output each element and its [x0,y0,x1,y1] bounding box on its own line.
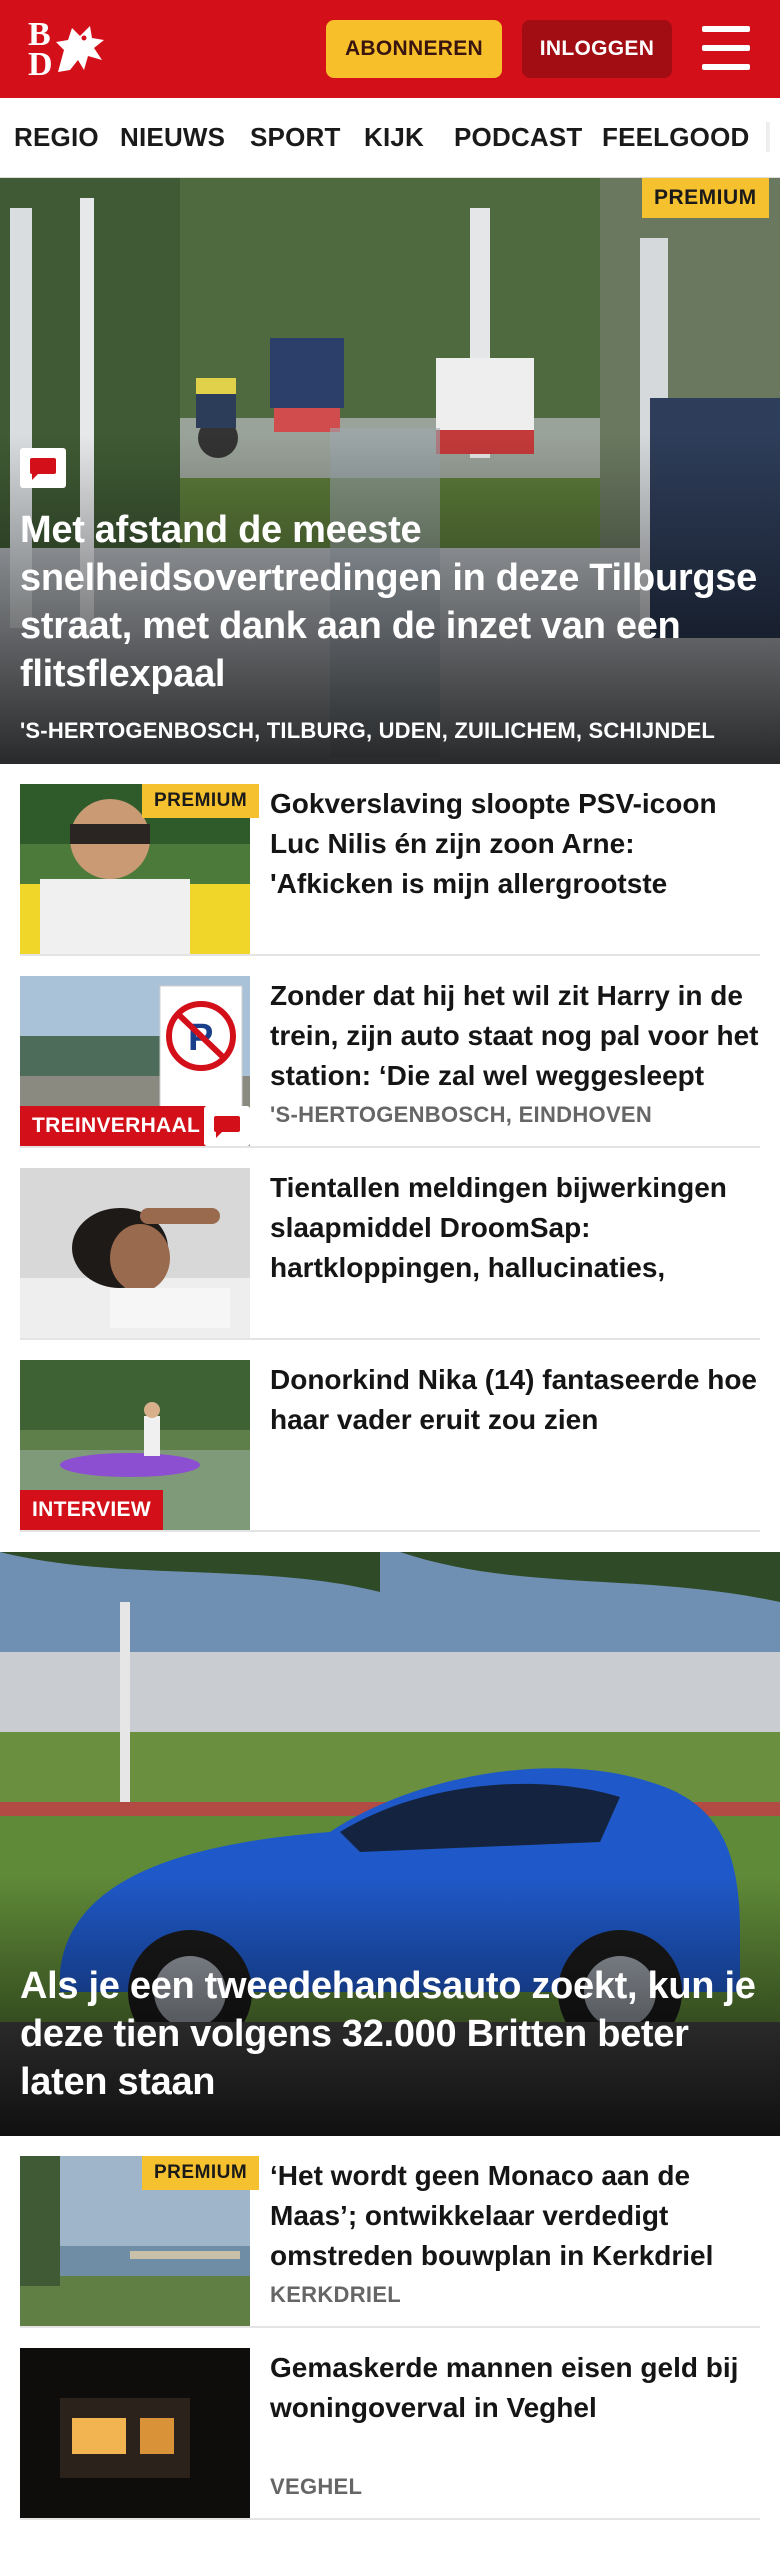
nav-item-feelgood[interactable]: FEELGOOD [602,122,750,153]
top-bar: B D ABONNEREN INLOGGEN [0,0,780,98]
hero-title[interactable]: Met afstand de meeste snelheidsovertredi… [20,506,765,698]
nav-item-nieuws[interactable]: NIEUWS [120,122,225,153]
section-nav: REGIO NIEUWS SPORT KIJK PODCAST FEELGOOD [0,98,780,178]
premium-badge: PREMIUM [642,178,769,218]
premium-badge: PREMIUM [142,784,260,818]
article-title[interactable]: Donorkind Nika (14) fantaseerde hoe haar… [270,1360,760,1480]
nav-item-podcast[interactable]: PODCAST [454,122,583,153]
nav-item-kijk[interactable]: KIJK [364,122,424,153]
article-item[interactable]: Gemaskerde mannen eisen geld bij woningo… [20,2348,760,2520]
article-thumbnail [20,1168,250,1338]
article-location: KERKDRIEL [270,2282,402,2307]
hero-article[interactable]: PREMIUM Met afstand de meeste snelheidso… [0,178,780,764]
comment-icon[interactable] [20,448,66,488]
article-thumbnail [20,2348,250,2518]
article-location: VEGHEL [270,2474,363,2499]
category-label: TREINVERHAAL [20,1106,213,1146]
bd-logo[interactable]: B D [28,18,112,82]
feature-title[interactable]: Als je een tweedehandsauto zoekt, kun je… [20,1962,765,2106]
logo-letter-d: D [28,46,53,83]
article-title[interactable]: Gokverslaving sloopte PSV-icoon Luc Nili… [270,784,760,904]
article-image [20,2348,250,2518]
article-item[interactable]: P TREINVERHAAL Zonder dat hij het wil zi… [20,976,760,1148]
article-title[interactable]: ‘Het wordt geen Monaco aan de Maas’; ont… [270,2156,760,2276]
comment-icon[interactable] [204,1106,250,1146]
hero-locations: 'S-HERTOGENBOSCH, TILBURG, UDEN, ZUILICH… [20,718,716,743]
article-title[interactable]: Tientallen meldingen bijwerkingen slaapm… [270,1168,760,1288]
subscribe-button[interactable]: ABONNEREN [326,20,502,78]
hamburger-menu-icon[interactable] [700,24,752,72]
article-title[interactable]: Zonder dat hij het wil zit Harry in de t… [270,976,760,1096]
feature-article[interactable]: Als je een tweedehandsauto zoekt, kun je… [0,1552,780,2136]
article-item[interactable]: Tientallen meldingen bijwerkingen slaapm… [20,1168,760,1340]
article-item[interactable]: PREMIUM ‘Het wordt geen Monaco aan de Ma… [20,2156,760,2328]
login-button[interactable]: INLOGGEN [522,20,672,78]
article-item[interactable]: PREMIUM Gokverslaving sloopte PSV-icoon … [20,784,760,956]
article-image [20,1168,250,1338]
nav-item-sport[interactable]: SPORT [250,122,341,153]
premium-badge: PREMIUM [142,2156,260,2190]
category-label: INTERVIEW [20,1490,163,1530]
nav-item-regio[interactable]: REGIO [14,122,99,153]
dragon-logo-icon [56,26,104,72]
nav-fade [754,98,780,177]
article-location: 'S-HERTOGENBOSCH, EINDHOVEN [270,1102,653,1127]
article-title[interactable]: Gemaskerde mannen eisen geld bij woningo… [270,2348,760,2468]
article-item[interactable]: INTERVIEW Donorkind Nika (14) fantaseerd… [20,1360,760,1532]
